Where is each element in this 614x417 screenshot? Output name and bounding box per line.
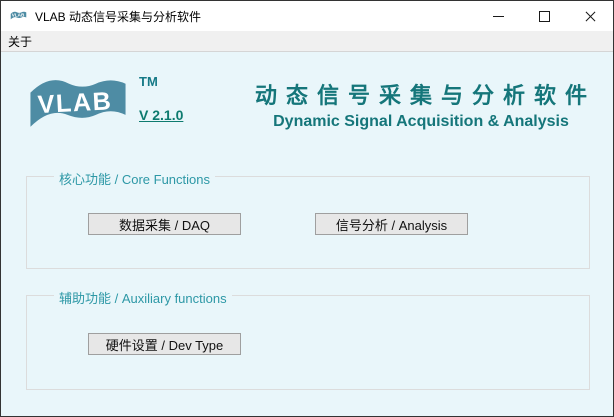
maximize-button[interactable]	[521, 1, 567, 31]
heading-english: Dynamic Signal Acquisition & Analysis	[273, 113, 569, 130]
group-core-label: 核心功能 / Core Functions	[54, 169, 215, 188]
version-link[interactable]: V 2.1.0	[139, 107, 183, 123]
logo-text: VLAB	[37, 87, 113, 119]
app-logo-icon: VLAB	[10, 11, 27, 20]
group-aux-label: 辅助功能 / Auxiliary functions	[54, 288, 232, 307]
heading-chinese: 动态信号采集与分析软件	[254, 83, 596, 108]
title-bar[interactable]: VLAB VLAB 动态信号采集与分析软件	[1, 1, 613, 31]
maximize-icon	[538, 10, 550, 22]
close-button[interactable]	[567, 1, 613, 31]
app-heading: 动态信号采集与分析软件 Dynamic Signal Acquisition &…	[239, 78, 603, 131]
minimize-button[interactable]	[475, 1, 521, 31]
close-icon	[585, 11, 595, 21]
app-window: VLAB VLAB 动态信号采集与分析软件 关于 VLAB TM V 2.1.0…	[0, 0, 614, 417]
analysis-button[interactable]: 信号分析 / Analysis	[315, 213, 468, 235]
trademark-label: TM	[139, 74, 158, 89]
minimize-icon	[492, 15, 504, 17]
svg-text:VLAB: VLAB	[12, 13, 25, 18]
menu-item-about[interactable]: 关于	[1, 31, 39, 51]
menu-bar: 关于	[1, 31, 613, 52]
group-core-functions: 核心功能 / Core Functions 数据采集 / DAQ 信号分析 / …	[26, 169, 590, 269]
group-auxiliary-functions: 辅助功能 / Auxiliary functions 硬件设置 / Dev Ty…	[26, 288, 590, 390]
dev-type-button[interactable]: 硬件设置 / Dev Type	[88, 333, 241, 355]
vlab-logo: VLAB	[30, 80, 126, 127]
window-title: VLAB 动态信号采集与分析软件	[35, 9, 202, 24]
window-controls	[475, 1, 613, 31]
client-area: VLAB TM V 2.1.0 动态信号采集与分析软件 Dynamic Sign…	[1, 52, 613, 416]
daq-button[interactable]: 数据采集 / DAQ	[88, 213, 241, 235]
